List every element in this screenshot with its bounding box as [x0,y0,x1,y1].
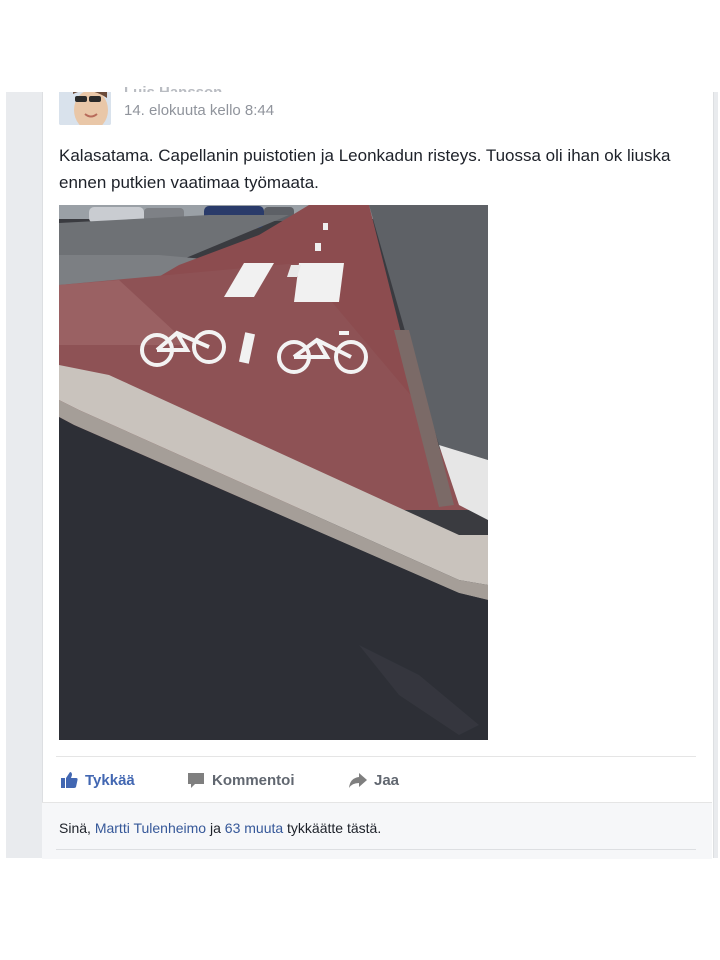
share-arrow-icon [348,770,368,790]
share-button[interactable]: Jaa [348,769,399,791]
post-timestamp[interactable]: 14. elokuuta kello 8:44 [124,102,274,119]
like-button[interactable]: Tykkää [59,769,135,791]
author-name[interactable]: Luis Hansson [124,78,222,92]
comment-label: Kommentoi [212,771,295,789]
likes-prefix: Sinä, [59,820,95,836]
post-text: Kalasatama. Capellanin puistotien ja Leo… [59,146,671,192]
share-label: Jaa [374,771,400,789]
likes-summary: Sinä, Martti Tulenheimo ja 63 muuta tykk… [59,820,381,836]
thumbs-up-icon [59,770,79,790]
like-label: Tykkää [85,771,135,789]
likes-suffix: tykkäätte tästä. [283,820,382,836]
comment-button[interactable]: Kommentoi [186,769,295,791]
comment-icon [186,770,206,790]
divider [56,849,696,850]
likes-middle: ja [206,820,225,836]
likes-others-link[interactable]: 63 muuta [225,820,283,836]
avatar[interactable] [59,92,111,125]
liker-friend-link[interactable]: Martti Tulenheimo [95,820,206,836]
likes-summary-bar: Sinä, Martti Tulenheimo ja 63 muuta tykk… [42,802,712,859]
post-photo[interactable] [59,205,488,740]
post-actions-bar: Tykkää Kommentoi Jaa [56,756,696,802]
